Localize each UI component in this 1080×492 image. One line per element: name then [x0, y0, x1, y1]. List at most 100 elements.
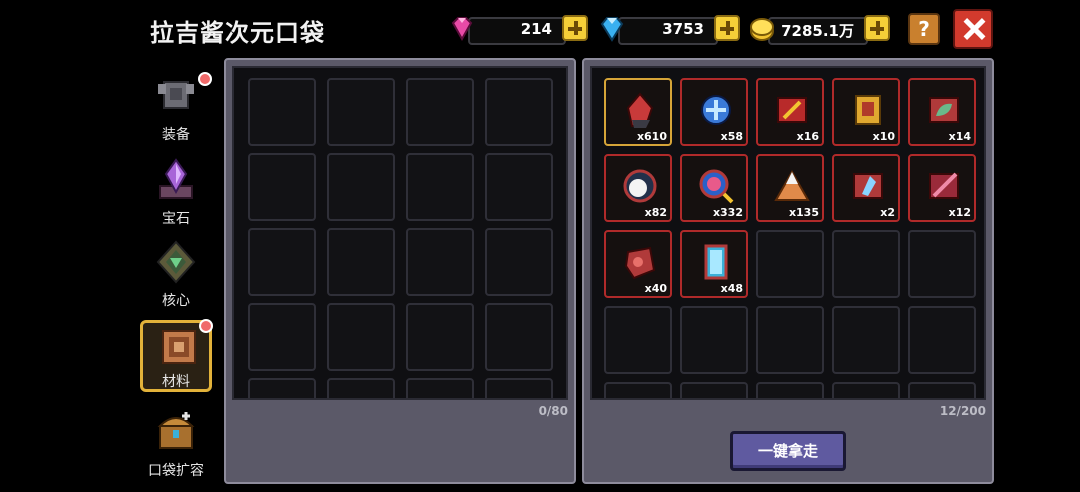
- empty-slot[interactable]: [248, 153, 316, 221]
- empty-slot[interactable]: [406, 228, 474, 296]
- gold-coin-icon: [750, 18, 774, 41]
- item-count: x332: [712, 206, 743, 219]
- empty-slot[interactable]: [485, 303, 553, 371]
- empty-slot[interactable]: [756, 306, 824, 374]
- empty-slot[interactable]: [485, 153, 553, 221]
- gold-coin-add-button[interactable]: [864, 15, 890, 41]
- page-title: 拉吉酱次元口袋: [150, 19, 325, 47]
- treasure-chest-icon: [157, 412, 195, 449]
- core-rune-icon: [156, 240, 196, 284]
- empty-slot[interactable]: [604, 382, 672, 398]
- empty-slot[interactable]: [832, 230, 900, 298]
- sidebar-item-materials[interactable]: 材料: [140, 319, 213, 392]
- item-count: x135: [788, 206, 819, 219]
- sidebar-item-label: 装备: [162, 127, 190, 143]
- red-crystal-icon: [626, 92, 654, 128]
- empty-slot[interactable]: [756, 382, 824, 398]
- materials-grid[interactable]: x610 x58 x16 x10 x14 x82 x332 x135 x2 x12 x40 x48: [590, 66, 986, 400]
- blue-gem-value: 3753: [662, 20, 704, 38]
- item-count: x82: [644, 206, 667, 219]
- materials-panel: x610 x58 x16 x10 x14 x82 x332 x135 x2 x12 x40 x48 1…: [582, 58, 994, 484]
- sidebar-item-label: 核心: [162, 293, 190, 309]
- empty-slot[interactable]: [485, 78, 553, 146]
- empty-slot[interactable]: [908, 230, 976, 298]
- empty-slot[interactable]: [680, 382, 748, 398]
- close-button[interactable]: [953, 9, 993, 49]
- blue-gem-counter: 3753: [598, 14, 740, 45]
- empty-slot[interactable]: [908, 306, 976, 374]
- empty-slot[interactable]: [327, 78, 395, 146]
- gold-relic-icon: [855, 95, 881, 125]
- empty-slot[interactable]: [327, 303, 395, 371]
- help-button[interactable]: ?: [908, 13, 940, 45]
- pink-gem-add-button[interactable]: [562, 15, 588, 41]
- materials-capacity: 12/200: [939, 404, 986, 418]
- sidebar-item-core[interactable]: 核心: [140, 236, 212, 309]
- gold-coin-value: 7285.1万: [781, 22, 854, 40]
- item-count: x12: [948, 206, 971, 219]
- empty-slot[interactable]: [908, 382, 976, 398]
- empty-slot[interactable]: [248, 78, 316, 146]
- item-count: x40: [644, 282, 667, 295]
- material-slot[interactable]: x610: [604, 78, 672, 146]
- empty-slot[interactable]: [756, 230, 824, 298]
- sidebar-item-gems[interactable]: 宝石: [140, 154, 212, 227]
- pink-gem-value: 214: [520, 20, 552, 38]
- empty-slot[interactable]: [248, 378, 316, 398]
- item-count: x48: [720, 282, 743, 295]
- ice-shard-icon: [853, 173, 883, 199]
- green-leaf-icon: [929, 97, 959, 123]
- material-slot[interactable]: x135: [756, 154, 824, 222]
- blue-gem-add-button[interactable]: [714, 15, 740, 41]
- empty-slot[interactable]: [248, 228, 316, 296]
- sidebar-item-expand-pocket[interactable]: 口袋扩容: [140, 406, 212, 479]
- item-count: x14: [948, 130, 971, 143]
- material-slot[interactable]: x332: [680, 154, 748, 222]
- sidebar-item-equipment[interactable]: 装备: [140, 70, 212, 143]
- empty-slot[interactable]: [485, 228, 553, 296]
- item-count: x16: [796, 130, 819, 143]
- blue-gem-icon: [600, 17, 624, 42]
- sand-pile-icon: [774, 169, 810, 201]
- collect-all-button[interactable]: 一键拿走: [730, 431, 846, 471]
- pink-feather-icon: [929, 172, 959, 199]
- sword-scroll-icon: [777, 97, 807, 123]
- armor-icon: [158, 81, 194, 109]
- material-slot[interactable]: x40: [604, 230, 672, 298]
- material-slot[interactable]: x48: [680, 230, 748, 298]
- empty-slot[interactable]: [832, 306, 900, 374]
- blue-card-icon: [704, 244, 728, 280]
- material-slot[interactable]: x10: [832, 78, 900, 146]
- pocket-storage-panel: 0/80: [224, 58, 576, 484]
- pocket-storage-grid[interactable]: [232, 66, 568, 400]
- empty-slot[interactable]: [248, 303, 316, 371]
- sidebar-item-label: 材料: [162, 374, 190, 390]
- white-pearl-icon: [623, 169, 657, 203]
- material-slot[interactable]: x2: [832, 154, 900, 222]
- empty-slot[interactable]: [832, 382, 900, 398]
- materials-box-icon: [162, 330, 196, 364]
- empty-slot[interactable]: [406, 378, 474, 398]
- empty-slot[interactable]: [485, 378, 553, 398]
- material-slot[interactable]: x16: [756, 78, 824, 146]
- material-slot[interactable]: x58: [680, 78, 748, 146]
- empty-slot[interactable]: [327, 153, 395, 221]
- sidebar-item-label: 宝石: [162, 211, 190, 227]
- empty-slot[interactable]: [406, 78, 474, 146]
- empty-slot[interactable]: [327, 228, 395, 296]
- notification-dot: [198, 72, 212, 86]
- item-count: x58: [720, 130, 743, 143]
- empty-slot[interactable]: [680, 306, 748, 374]
- pocket-capacity: 0/80: [538, 404, 568, 418]
- pink-gem-icon: [451, 17, 473, 42]
- item-count: x10: [872, 130, 895, 143]
- material-slot[interactable]: x14: [908, 78, 976, 146]
- material-slot[interactable]: x12: [908, 154, 976, 222]
- red-ore-icon: [624, 246, 656, 280]
- empty-slot[interactable]: [327, 378, 395, 398]
- empty-slot[interactable]: [604, 306, 672, 374]
- empty-slot[interactable]: [406, 153, 474, 221]
- material-slot[interactable]: x82: [604, 154, 672, 222]
- empty-slot[interactable]: [406, 303, 474, 371]
- item-count: x2: [880, 206, 895, 219]
